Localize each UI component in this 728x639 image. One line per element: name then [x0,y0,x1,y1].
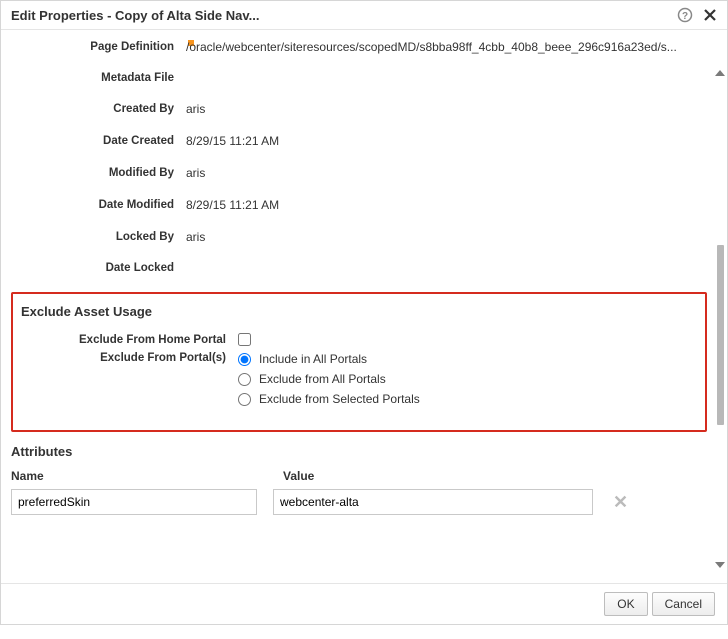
dialog-title: Edit Properties - Copy of Alta Side Nav.… [11,8,677,23]
edit-properties-dialog: Edit Properties - Copy of Alta Side Nav.… [0,0,728,625]
content: Page Definition /oracle/webcenter/sitere… [1,30,727,583]
label-metadata-file: Metadata File [11,72,186,84]
label-date-created: Date Created [11,135,186,147]
remove-attribute-icon[interactable]: ✕ [609,492,632,513]
close-icon[interactable] [703,8,717,22]
header-name: Name [11,469,267,483]
radio-group-portals: Include in All Portals Exclude from All … [238,352,420,412]
attributes-title: Attributes [11,444,707,459]
label-date-modified: Date Modified [11,199,186,211]
ok-button[interactable]: OK [604,592,647,616]
label-page-definition: Page Definition [11,41,186,53]
scroll-down-arrow[interactable] [715,562,725,568]
row-metadata-file: Metadata File [11,72,707,84]
footer: OK Cancel [1,583,727,624]
titlebar-icons: ? [677,7,717,23]
row-exclude-home: Exclude From Home Portal [21,333,697,346]
attributes-headers: Name Value [11,469,707,483]
svg-text:?: ? [682,11,688,22]
radio-label-exclude-selected: Exclude from Selected Portals [259,392,420,406]
label-exclude-home: Exclude From Home Portal [21,334,238,346]
radio-label-exclude-all: Exclude from All Portals [259,372,386,386]
label-date-locked: Date Locked [11,262,186,274]
content-wrapper: Page Definition /oracle/webcenter/sitere… [1,30,727,583]
value-date-modified: 8/29/15 11:21 AM [186,198,707,212]
titlebar: Edit Properties - Copy of Alta Side Nav.… [1,1,727,30]
label-exclude-portals: Exclude From Portal(s) [21,352,238,364]
scroll-thumb[interactable] [717,245,724,425]
radio-row-exclude-selected: Exclude from Selected Portals [238,392,420,406]
label-locked-by: Locked By [11,231,186,243]
radio-include-all[interactable] [238,353,251,366]
label-modified-by: Modified By [11,167,186,179]
row-date-locked: Date Locked [11,262,707,274]
checkbox-exclude-home[interactable] [238,333,251,346]
value-created-by: aris [186,102,707,116]
radio-label-include-all: Include in All Portals [259,352,367,366]
row-date-created: Date Created 8/29/15 11:21 AM [11,134,707,148]
row-modified-by: Modified By aris [11,166,707,180]
radio-exclude-all[interactable] [238,373,251,386]
attributes-section: Attributes Name Value ✕ [11,444,707,515]
help-icon[interactable]: ? [677,7,693,23]
exclude-asset-usage-section: Exclude Asset Usage Exclude From Home Po… [11,292,707,432]
radio-row-exclude-all: Exclude from All Portals [238,372,420,386]
radio-exclude-selected[interactable] [238,393,251,406]
label-created-by: Created By [11,103,186,115]
row-exclude-portals: Exclude From Portal(s) Include in All Po… [21,352,697,412]
scroll-up-arrow[interactable] [715,70,725,76]
scrollbar[interactable] [716,70,724,568]
attr-name-input[interactable] [11,489,257,515]
row-locked-by: Locked By aris [11,230,707,244]
value-locked-by: aris [186,230,707,244]
value-modified-by: aris [186,166,707,180]
row-date-modified: Date Modified 8/29/15 11:21 AM [11,198,707,212]
value-page-definition: /oracle/webcenter/siteresources/scopedMD… [186,40,707,54]
value-date-created: 8/29/15 11:21 AM [186,134,707,148]
attribute-row: ✕ [11,489,707,515]
row-created-by: Created By aris [11,102,707,116]
attr-value-input[interactable] [273,489,593,515]
radio-row-include-all: Include in All Portals [238,352,420,366]
row-page-definition: Page Definition /oracle/webcenter/sitere… [11,40,707,54]
header-value: Value [283,469,603,483]
cancel-button[interactable]: Cancel [652,592,715,616]
exclude-title: Exclude Asset Usage [21,304,697,319]
